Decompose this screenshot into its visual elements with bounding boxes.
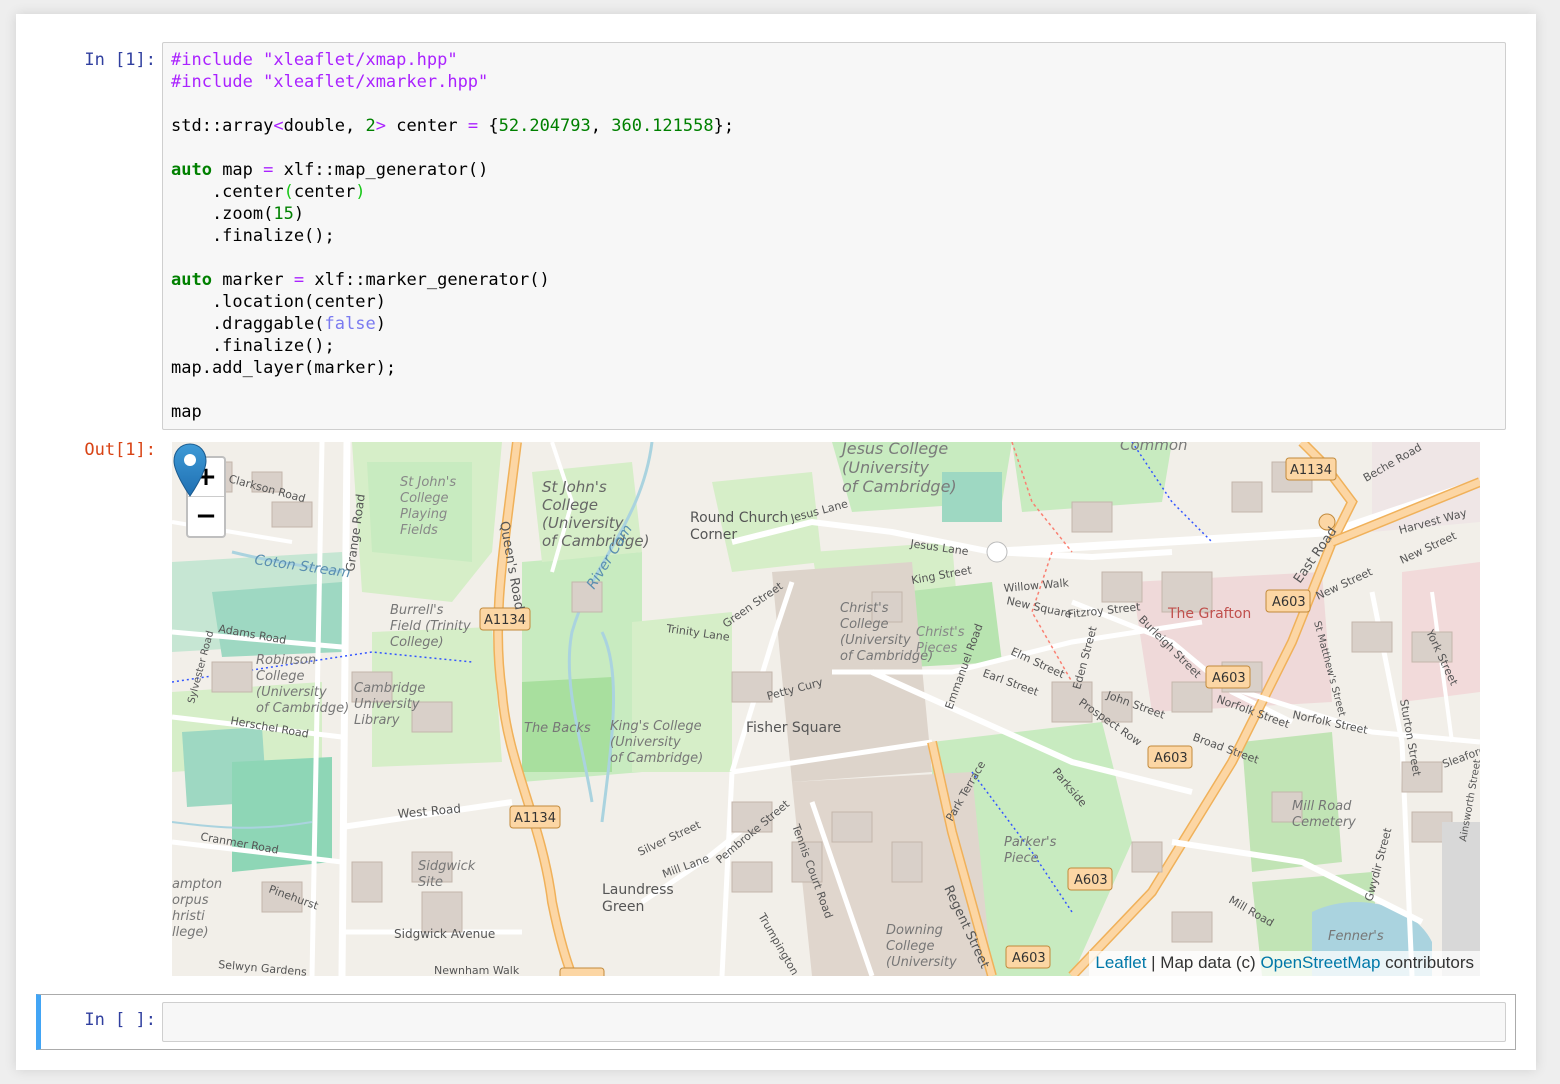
code-line: map.add_layer(marker); [171, 358, 397, 378]
map-label-a1134: A1134 [514, 811, 556, 826]
code-line: ​ [171, 137, 1505, 159]
map-label-a603: A603 [1012, 951, 1046, 966]
code-line: ​ [171, 247, 1505, 269]
attribution-suffix: contributors [1380, 953, 1474, 972]
map-label-newnham-walk: Newnham Walk [434, 964, 520, 976]
map-label-fisher-square: Fisher Square [746, 720, 841, 736]
notebook: In [1]: #include "xleaflet/xmap.hpp" #inc… [16, 14, 1536, 1070]
map-label-a1134: A1134 [484, 613, 526, 628]
leaflet-link[interactable]: Leaflet [1095, 953, 1146, 972]
map-label-a603: A603 [1212, 671, 1246, 686]
leaflet-map[interactable]: Jesus College (University of Cambridge) Com… [172, 442, 1480, 976]
code-line: ​ [171, 93, 1505, 115]
map-label-common: Common [1120, 442, 1188, 454]
map-label-sidgwick-avenue: Sidgwick Avenue [394, 927, 495, 941]
code-line: .finalize(); [171, 226, 335, 246]
zoom-out-button[interactable]: − [188, 497, 224, 535]
map-label-fenners: Fenner's [1328, 929, 1384, 944]
code-line: #include "xleaflet/xmap.hpp" [171, 50, 458, 70]
code-line: .draggable(false) [171, 314, 386, 334]
code-line: #include "xleaflet/xmarker.hpp" [171, 72, 489, 92]
input-prompt: In [1]: [84, 50, 156, 70]
map-attribution: Leaflet | Map data (c) OpenStreetMap con… [1089, 951, 1480, 976]
map-label-mill-road-cemetery: Mill Road Cemetery [1292, 799, 1356, 830]
map-label-a1134: A1134 [1290, 463, 1332, 478]
code-line: ​ [171, 379, 1505, 401]
code-line: map [171, 402, 202, 422]
map-label-the-backs: The Backs [524, 721, 591, 736]
empty-code-editor[interactable] [162, 1002, 1506, 1042]
map-label-a603: A603 [1154, 751, 1188, 766]
map-tiles[interactable]: Jesus College (University of Cambridge)Com… [172, 442, 1480, 976]
empty-cell-prompt: In [ ]: [84, 1010, 156, 1030]
code-line: auto map = xlf::map_generator() [171, 160, 489, 180]
map-label-a603: A603 [1074, 873, 1108, 888]
code-line: .center(center) [171, 182, 366, 202]
map-label-the-grafton: The Grafton [1167, 606, 1251, 622]
map-marker-icon[interactable] [172, 442, 208, 498]
code-line: auto marker = xlf::marker_generator() [171, 270, 550, 290]
code-line: std::array<double, 2> center = {52.20479… [171, 116, 735, 136]
map-label-a603: A603 [1272, 595, 1306, 610]
output-prompt: Out[1]: [84, 440, 156, 460]
code-editor[interactable]: #include "xleaflet/xmap.hpp" #include "xl… [162, 42, 1506, 430]
code-line: .location(center) [171, 292, 386, 312]
code-line: .finalize(); [171, 336, 335, 356]
openstreetmap-link[interactable]: OpenStreetMap [1260, 953, 1380, 972]
code-line: .zoom(15) [171, 204, 305, 224]
attribution-separator: | Map data (c) [1146, 953, 1261, 972]
